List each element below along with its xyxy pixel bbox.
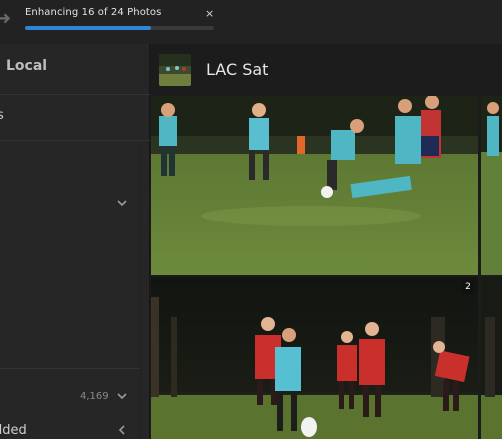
sidebar-divider xyxy=(0,94,150,95)
album-view: LAC Sat 2 xyxy=(150,44,502,439)
sidebar-photo-count: 4,169 xyxy=(80,391,109,402)
chevron-down-icon[interactable] xyxy=(117,198,127,208)
enhance-progress-fill xyxy=(25,26,152,30)
chevron-down-icon[interactable] xyxy=(117,391,127,401)
sidebar-item-label[interactable]: s xyxy=(0,108,4,123)
chevron-left-icon[interactable] xyxy=(117,425,127,435)
photo-stack-badge: 2 xyxy=(462,281,474,294)
sidebar-inner-divider xyxy=(140,144,141,439)
sidebar-local-heading[interactable]: Local xyxy=(6,58,47,74)
sidebar-divider xyxy=(0,368,140,369)
enhance-progress-bar xyxy=(25,26,214,30)
album-cover-thumbnail[interactable] xyxy=(159,54,191,86)
album-title: LAC Sat xyxy=(206,60,269,79)
sidebar-item-added[interactable]: dded xyxy=(0,423,27,438)
sidebar-divider xyxy=(0,140,150,141)
photo-thumbnail[interactable]: 2 xyxy=(151,277,478,439)
enhance-status-text: Enhancing 16 of 24 Photos xyxy=(25,7,162,18)
close-icon[interactable]: × xyxy=(205,7,214,21)
sidebar: Local s 4,169 dded xyxy=(0,44,150,439)
photo-thumbnail[interactable] xyxy=(481,96,502,275)
photo-thumbnail[interactable] xyxy=(481,277,502,439)
photo-thumbnail[interactable] xyxy=(151,96,478,275)
enhance-toolbar: ➜ Enhancing 16 of 24 Photos × xyxy=(0,0,502,44)
back-arrow-icon[interactable]: ➜ xyxy=(0,9,11,29)
